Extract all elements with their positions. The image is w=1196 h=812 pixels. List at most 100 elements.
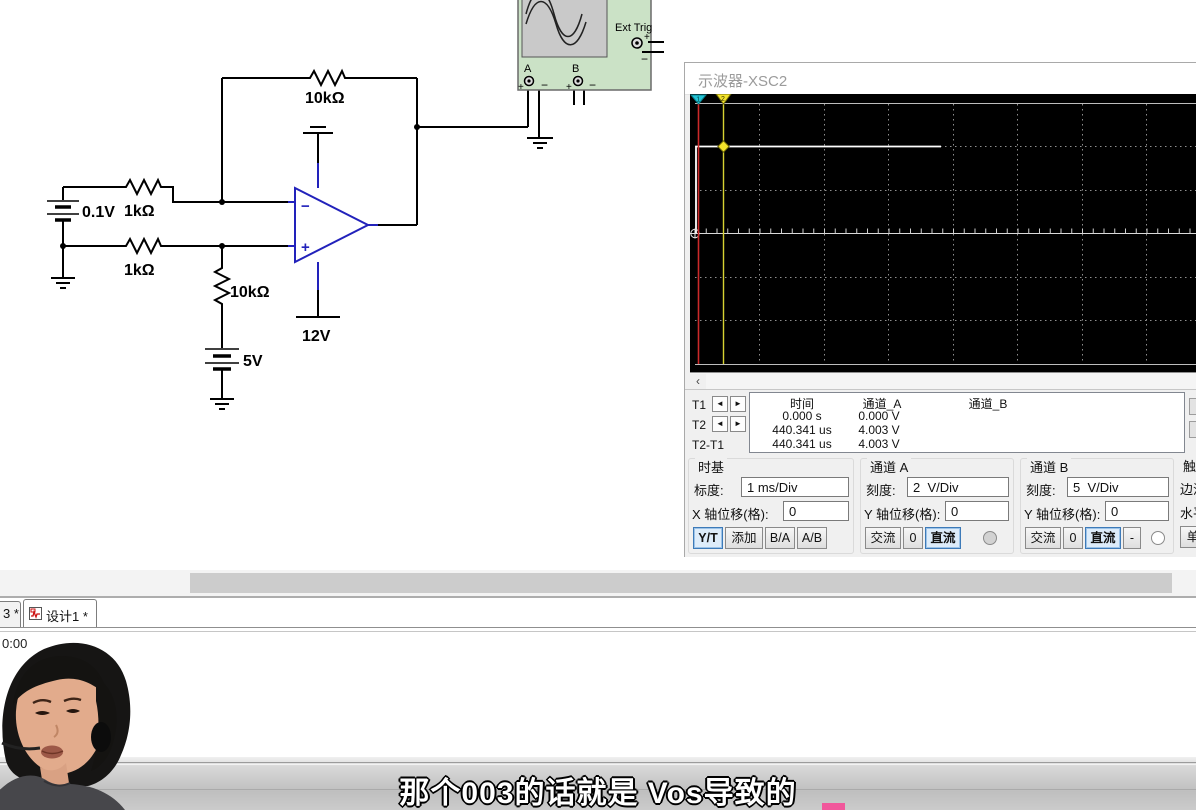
tab-inactive-partial[interactable]: 3 * xyxy=(0,601,21,627)
terminal-b-dot xyxy=(576,79,579,82)
design-tabbar: 3 * 设计1 * xyxy=(0,599,1196,628)
cursor2-number: 2 xyxy=(721,96,725,103)
t2-left-button[interactable]: ◄ xyxy=(712,416,728,432)
terminal-a-plus: + xyxy=(518,82,524,93)
timebase-scale-input[interactable] xyxy=(741,477,849,497)
timebase-offset-input[interactable] xyxy=(783,501,849,521)
channel-b-minus-button[interactable]: - xyxy=(1123,527,1141,549)
resistor-bias[interactable]: 10kΩ xyxy=(215,265,270,310)
terminal-a-minus: − xyxy=(541,78,548,92)
channel-a-group: 通道 A 刻度: Y 轴位移(格): 交流 0 直流 xyxy=(860,458,1014,554)
ground-opamp-top[interactable] xyxy=(303,127,333,163)
oscilloscope-instrument-icon[interactable]: Ext Trig + − A + − B + − xyxy=(518,0,664,93)
channel-a-scale-input[interactable] xyxy=(907,477,1009,497)
battery-bias-label: 5V xyxy=(243,353,263,370)
opamp-supply-label: 12V xyxy=(302,328,331,345)
terminal-a-label: A xyxy=(524,63,532,75)
channel-b-zero-button[interactable]: 0 xyxy=(1063,527,1083,549)
opamp[interactable]: − + 12V xyxy=(288,163,378,345)
trigger-group: 触发 边沿 水平 单 xyxy=(1180,458,1196,554)
trigger-edge-label: 边沿 xyxy=(1180,479,1196,498)
oscilloscope-title: 示波器-XSC2 xyxy=(698,70,787,91)
channel-b-offset-input[interactable] xyxy=(1105,501,1169,521)
resistor-feedback[interactable]: 10kΩ xyxy=(305,71,347,107)
t2-ch-a: 4.003 V xyxy=(858,423,899,437)
battery-input-label: 0.1V xyxy=(82,204,115,221)
channel-b-radio[interactable] xyxy=(1151,531,1165,545)
timebase-offset-label: X 轴位移(格): xyxy=(692,504,769,523)
t2-label: T2 xyxy=(692,418,706,432)
t2t1-time: 440.341 us xyxy=(772,437,831,451)
oscilloscope-titlebar[interactable]: 示波器-XSC2 xyxy=(685,63,1196,95)
t2t1-ch-a: 4.003 V xyxy=(858,437,899,451)
schematic-canvas: 10kΩ 1kΩ 1kΩ 10kΩ 0.1V 5V xyxy=(0,0,690,470)
resistor-feedback-label: 10kΩ xyxy=(305,90,345,107)
channel-a-radio[interactable] xyxy=(983,531,997,545)
resistor-input-top-label: 1kΩ xyxy=(124,203,155,220)
headset-earpiece xyxy=(91,722,111,752)
channel-b-title: 通道 B xyxy=(1027,457,1071,476)
channel-b-scale-label: 刻度: xyxy=(1026,480,1056,499)
channel-a-ac-button[interactable]: 交流 xyxy=(865,527,901,549)
channel-a-title: 通道 A xyxy=(867,457,911,476)
channel-a-zero-button[interactable]: 0 xyxy=(903,527,923,549)
resistor-bias-label: 10kΩ xyxy=(230,284,270,301)
t1-time: 0.000 s xyxy=(782,409,821,423)
scope-controls-panel: 时基 标度: X 轴位移(格): Y/T 添加 B/A A/B 通道 A 刻度:… xyxy=(685,455,1196,557)
timebase-group: 时基 标度: X 轴位移(格): Y/T 添加 B/A A/B xyxy=(688,458,854,554)
channel-b-ac-button[interactable]: 交流 xyxy=(1025,527,1061,549)
tab-design1[interactable]: 设计1 * xyxy=(23,599,97,627)
oscilloscope-display[interactable]: 1 2 xyxy=(690,94,1196,372)
t2-right-button[interactable]: ► xyxy=(730,416,746,432)
battery-bias-source[interactable]: 5V xyxy=(205,349,263,370)
ground-left[interactable] xyxy=(51,278,75,288)
tabbar-lower-line xyxy=(0,631,1196,632)
ext-trig-minus: − xyxy=(641,52,648,66)
schematic-doc-icon xyxy=(28,606,43,621)
partial-button-top[interactable] xyxy=(1189,398,1196,415)
opamp-minus-sign: − xyxy=(301,198,310,215)
t1-left-button[interactable]: ◄ xyxy=(712,396,728,412)
ground-bias[interactable] xyxy=(210,399,234,409)
add-mode-button[interactable]: 添加 xyxy=(725,527,763,549)
channel-b-dc-button[interactable]: 直流 xyxy=(1085,527,1121,549)
ba-mode-button[interactable]: B/A xyxy=(765,527,795,549)
battery-input-source[interactable]: 0.1V xyxy=(47,187,115,221)
channel-a-offset-label: Y 轴位移(格): xyxy=(864,504,940,523)
progress-marker[interactable] xyxy=(822,803,845,810)
channel-a-offset-input[interactable] xyxy=(945,501,1009,521)
t2t1-label: T2-T1 xyxy=(692,438,724,452)
wire-inverting-input[interactable] xyxy=(63,187,288,202)
col-header-channel-b: 通道_B xyxy=(969,395,1008,412)
terminal-b-minus: − xyxy=(589,78,596,92)
terminal-a-dot xyxy=(527,79,530,82)
channel-b-scale-input[interactable] xyxy=(1067,477,1169,497)
wire-output[interactable] xyxy=(368,86,528,225)
tab-inactive-label: 3 * xyxy=(3,606,19,621)
ab-mode-button[interactable]: A/B xyxy=(797,527,827,549)
scope-icon-screen xyxy=(522,0,607,57)
t1-right-button[interactable]: ► xyxy=(730,396,746,412)
t1-label: T1 xyxy=(692,398,706,412)
canvas-horizontal-scrollbar[interactable] xyxy=(0,570,1196,596)
wire-noninverting-input[interactable] xyxy=(63,221,288,246)
chevron-left-icon[interactable]: ‹ xyxy=(690,374,706,389)
scrollbar-thumb[interactable] xyxy=(190,573,1172,593)
ground-scope-a[interactable] xyxy=(527,138,553,148)
scope-display-scrollbar[interactable]: ‹ xyxy=(690,372,1196,390)
cursor1-number: 1 xyxy=(696,97,700,104)
partial-button-bottom[interactable] xyxy=(1189,421,1196,438)
channel-a-dc-button[interactable]: 直流 xyxy=(925,527,961,549)
resistor-input-top[interactable]: 1kΩ xyxy=(123,180,163,220)
t1-ch-a: 0.000 V xyxy=(858,409,899,423)
yt-mode-button[interactable]: Y/T xyxy=(693,527,723,549)
resistor-input-bottom[interactable]: 1kΩ xyxy=(123,239,163,279)
channel-b-offset-label: Y 轴位移(格): xyxy=(1024,504,1100,523)
ext-trig-terminal-dot xyxy=(635,41,639,45)
trigger-single-button[interactable]: 单 xyxy=(1180,526,1196,548)
measurement-table: 时间 通道_A 通道_B 0.000 s 0.000 V 440.341 us … xyxy=(749,392,1185,453)
terminal-b-plus: + xyxy=(566,82,572,93)
timebase-title: 时基 xyxy=(695,457,727,476)
opamp-plus-sign: + xyxy=(301,239,310,256)
oscilloscope-window: 示波器-XSC2 xyxy=(684,62,1196,557)
